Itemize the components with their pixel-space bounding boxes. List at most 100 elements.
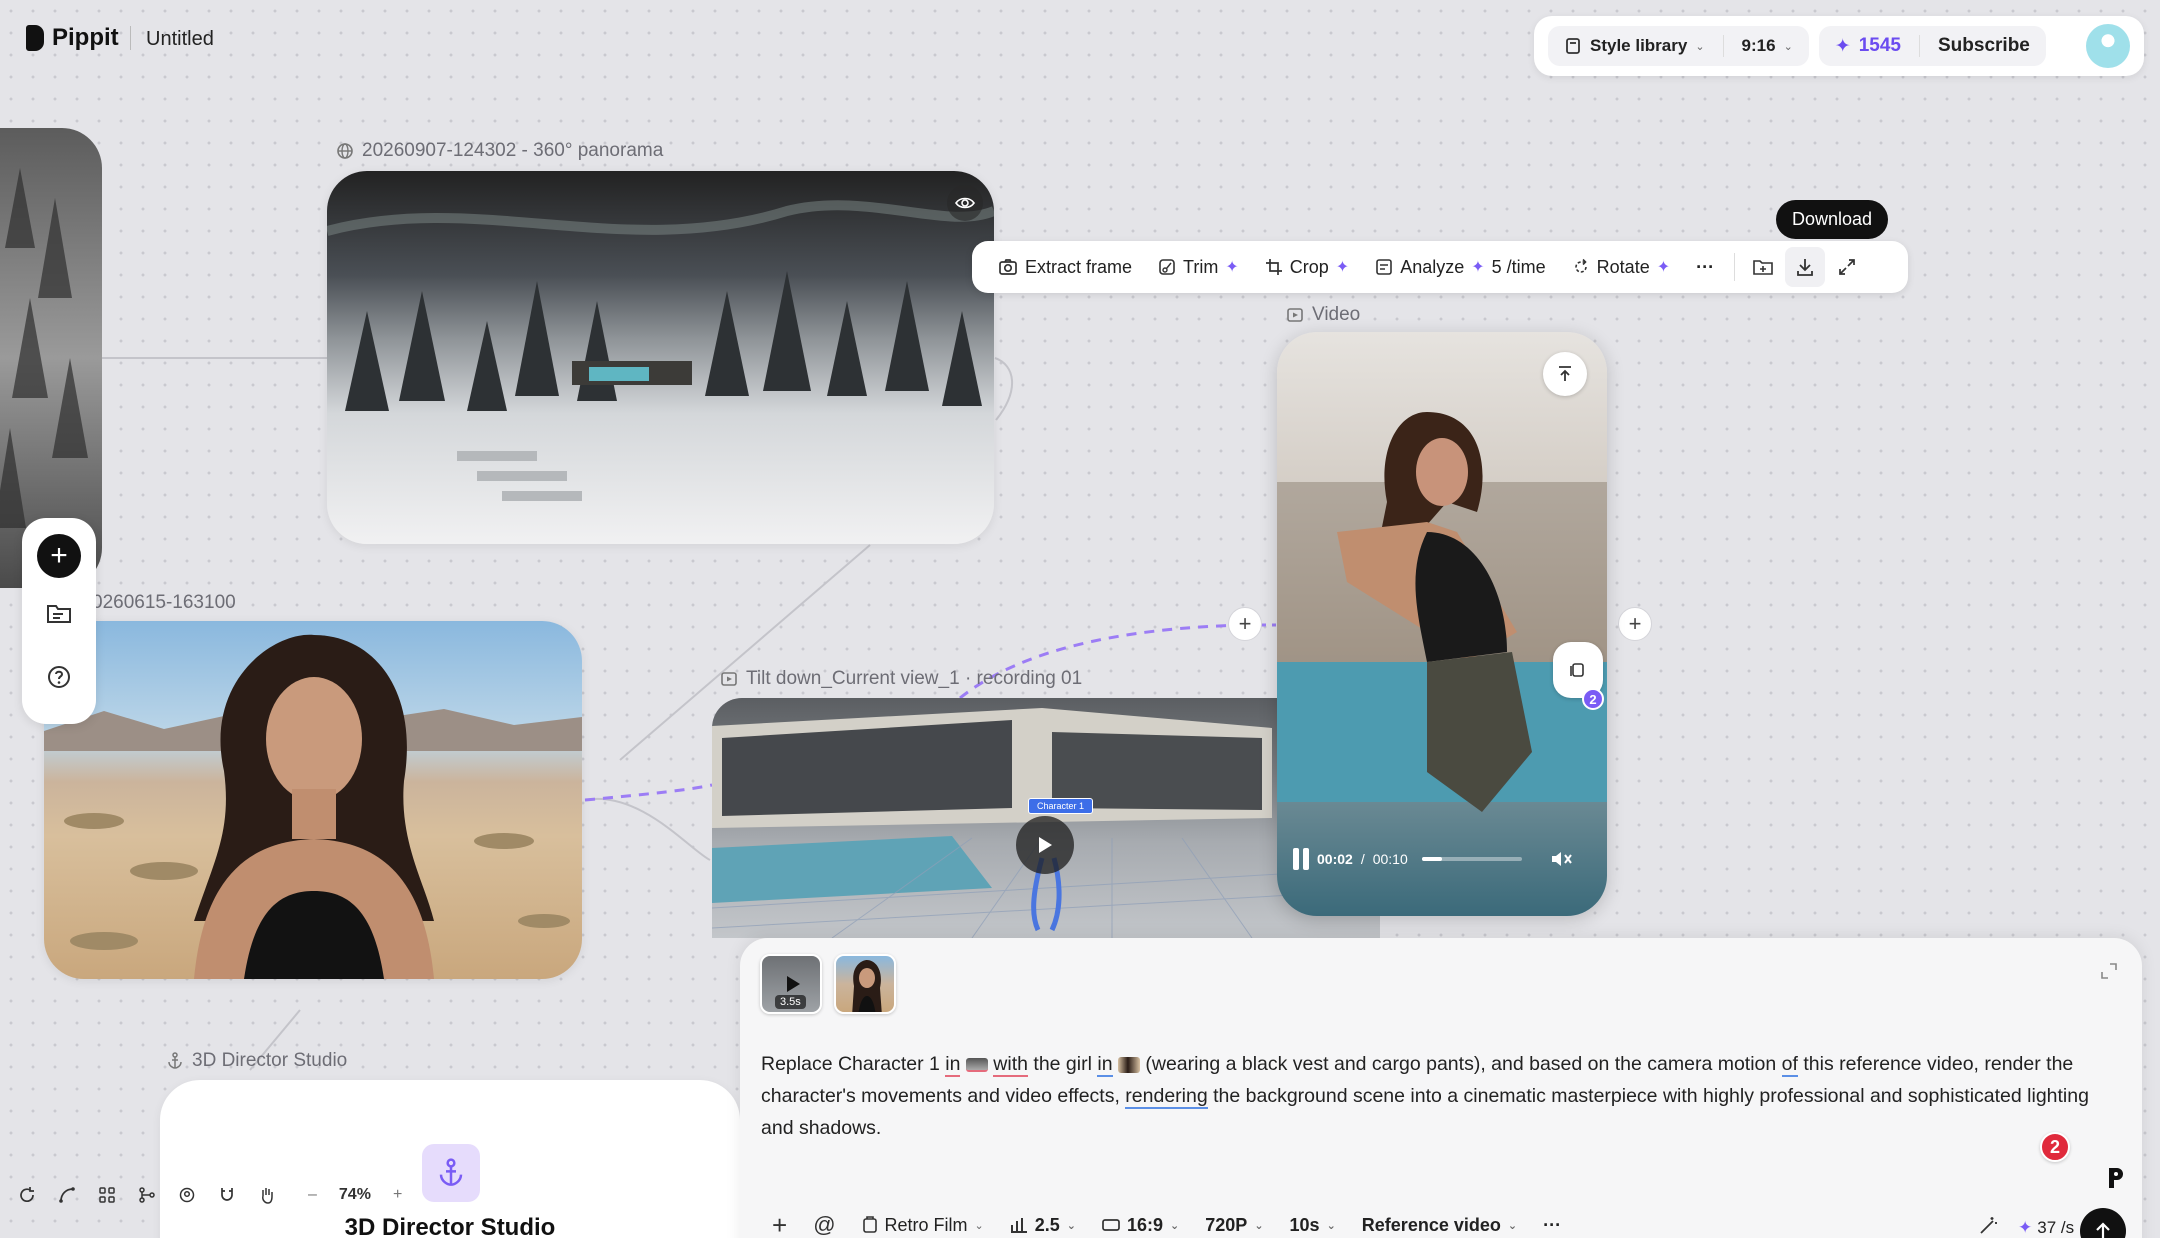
- fullscreen-button[interactable]: [1827, 247, 1867, 287]
- analyze-label: Analyze: [1400, 256, 1465, 277]
- camera-icon: [998, 258, 1018, 276]
- globe-icon: [336, 142, 354, 160]
- connector-icon[interactable]: [58, 1186, 76, 1204]
- app-logo[interactable]: Pippit: [26, 24, 119, 52]
- send-button[interactable]: [2080, 1208, 2126, 1238]
- refresh-icon[interactable]: [18, 1186, 36, 1204]
- locate-icon[interactable]: [178, 1186, 196, 1204]
- video-clip-icon: [720, 670, 738, 688]
- cost-indicator: ✦ 37 /s: [2018, 1218, 2074, 1238]
- hand-icon[interactable]: [258, 1186, 276, 1204]
- strength-select[interactable]: 2.5 ⌄: [1010, 1215, 1076, 1236]
- director-icon-tile: [422, 1144, 480, 1202]
- trim-label: Trim: [1183, 256, 1219, 277]
- arrow-up-icon: [2094, 1221, 2112, 1238]
- expand-panel-icon[interactable]: [2100, 962, 2118, 980]
- video-clip-icon: [1286, 306, 1304, 324]
- photo-node-label: 0260615-163100: [92, 592, 236, 614]
- resolution-select[interactable]: 720P ⌄: [1205, 1215, 1263, 1236]
- canvas-controls: – 74% +: [18, 1186, 402, 1204]
- add-attachment-button[interactable]: +: [772, 1212, 787, 1238]
- director-node[interactable]: 3D Director Studio: [160, 1080, 740, 1238]
- pause-icon[interactable]: [1293, 848, 1309, 870]
- premium-sparkle-icon: ✦: [1656, 259, 1671, 276]
- pill-separator: [1919, 35, 1920, 57]
- mention-button[interactable]: @: [813, 1212, 835, 1238]
- resolution-value: 720P: [1205, 1214, 1248, 1235]
- zoom-level: 74%: [338, 1186, 371, 1203]
- zoom-in-button[interactable]: +: [393, 1186, 402, 1204]
- director-node-label: 3D Director Studio: [166, 1050, 347, 1072]
- reference-count-badge: 2: [1582, 688, 1604, 710]
- prompt-word-in: in: [945, 1053, 961, 1077]
- subscribe-button[interactable]: Subscribe: [1938, 35, 2030, 57]
- chevron-down-icon: ⌄: [1066, 1219, 1077, 1232]
- analyze-cost: 5 /time: [1491, 256, 1546, 277]
- zoom-out-button[interactable]: –: [308, 1186, 317, 1204]
- play-button[interactable]: [1016, 816, 1074, 874]
- crop-button[interactable]: Crop ✦: [1253, 248, 1361, 286]
- pippit-assistant-icon[interactable]: [2106, 1166, 2124, 1190]
- recording-node-label: Tilt down_Current view_1 · recording 01: [720, 668, 1082, 690]
- character-tag: Character 1: [1028, 798, 1094, 814]
- more-options-button[interactable]: ···: [1684, 248, 1726, 286]
- add-node-button[interactable]: +: [37, 534, 81, 578]
- chevron-down-icon: ⌄: [1326, 1219, 1336, 1232]
- mute-icon[interactable]: [1550, 849, 1574, 869]
- aspect-ratio-select[interactable]: 9:16: [1742, 36, 1776, 56]
- trim-button[interactable]: Trim ✦: [1146, 248, 1251, 286]
- notification-badge[interactable]: 2: [2040, 1132, 2070, 1162]
- thumb-duration: 3.5s: [775, 995, 806, 1009]
- analyze-icon: [1375, 258, 1393, 276]
- image-ref-chip[interactable]: [1117, 1056, 1140, 1073]
- video-reference-thumb[interactable]: 3.5s: [760, 954, 822, 1014]
- magic-wand-icon[interactable]: [1978, 1216, 1998, 1236]
- rotate-button[interactable]: Rotate ✦: [1560, 248, 1682, 286]
- ratio-select[interactable]: 16:9 ⌄: [1102, 1215, 1179, 1236]
- video-node[interactable]: 00:02 / 00:10: [1277, 332, 1607, 916]
- document-title[interactable]: Untitled: [146, 28, 214, 51]
- time-separator: /: [1360, 851, 1365, 867]
- add-input-button[interactable]: +: [1228, 607, 1262, 641]
- video-frame: [1277, 412, 1607, 812]
- add-output-button[interactable]: +: [1618, 607, 1652, 641]
- header-divider: [130, 26, 131, 50]
- view-toggle-button[interactable]: [947, 185, 983, 221]
- share-button[interactable]: [1543, 352, 1587, 396]
- mode-select[interactable]: Reference video ⌄: [1362, 1215, 1517, 1236]
- download-button[interactable]: [1785, 247, 1826, 287]
- more-prompt-options[interactable]: ···: [1543, 1215, 1561, 1236]
- style-library-button[interactable]: Style library: [1590, 36, 1687, 56]
- prompt-input[interactable]: Replace Character 1 in with the girl in …: [761, 1048, 2101, 1144]
- grid-icon[interactable]: [98, 1186, 116, 1204]
- style-select[interactable]: Retro Film ⌄: [862, 1215, 984, 1236]
- assets-button[interactable]: [45, 602, 73, 626]
- progress-track[interactable]: [1421, 857, 1522, 861]
- left-tool-rail: +: [22, 518, 96, 724]
- save-to-folder-button[interactable]: [1743, 247, 1783, 287]
- download-icon: [1795, 257, 1815, 277]
- prompt-word-in: in: [1097, 1053, 1113, 1077]
- duration-select[interactable]: 10s ⌄: [1290, 1215, 1336, 1236]
- analyze-button[interactable]: Analyze ✦ 5 /time: [1363, 248, 1557, 286]
- scissors-icon: [1158, 258, 1176, 276]
- branch-icon[interactable]: [138, 1186, 156, 1204]
- panorama-node[interactable]: [327, 171, 994, 544]
- chevron-down-icon: ⌄: [1170, 1219, 1180, 1232]
- photo-node[interactable]: [44, 621, 582, 979]
- extract-frame-button[interactable]: Extract frame: [986, 248, 1144, 286]
- video-title: Video: [1312, 304, 1361, 325]
- folder-icon: [1752, 258, 1774, 276]
- cost-value: 37 /s: [2037, 1218, 2075, 1237]
- video-edit-toolbar: Extract frame Trim ✦ Crop ✦ Analyze ✦ 5 …: [972, 241, 1908, 293]
- video-ref-chip[interactable]: [965, 1057, 988, 1072]
- chevron-down-icon: ⌄: [974, 1219, 984, 1232]
- magnet-icon[interactable]: [218, 1186, 236, 1204]
- expand-icon: [1838, 258, 1856, 276]
- director-label: 3D Director Studio: [192, 1050, 348, 1071]
- user-avatar[interactable]: [2086, 24, 2130, 68]
- help-button[interactable]: [46, 664, 72, 690]
- image-reference-thumb[interactable]: [834, 954, 896, 1014]
- video-controls: 00:02 / 00:10: [1293, 848, 1574, 870]
- toolbar-divider: [1734, 253, 1736, 281]
